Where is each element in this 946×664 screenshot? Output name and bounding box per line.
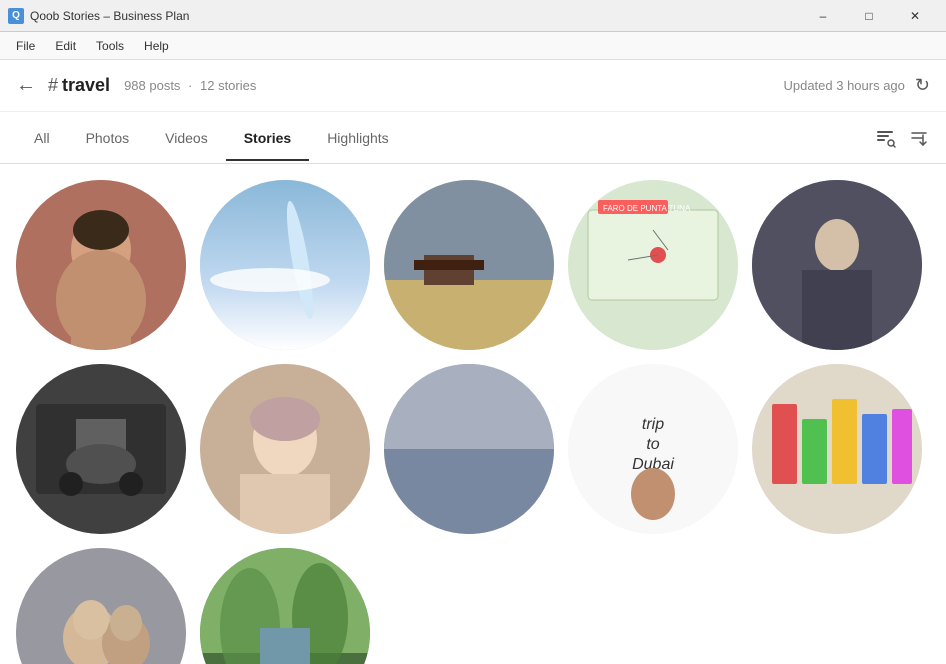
story-5-image	[752, 180, 922, 350]
story-3-image	[384, 180, 554, 350]
tab-photos[interactable]: Photos	[68, 116, 148, 160]
story-10-image	[752, 364, 922, 534]
story-12-image	[200, 548, 370, 664]
story-circle-9[interactable]: trip to Dubai	[568, 364, 738, 534]
story-7-image	[200, 364, 370, 534]
window-controls: – □ ✕	[800, 0, 938, 32]
story-circle-5[interactable]	[752, 180, 922, 350]
story-circle-2[interactable]	[200, 180, 370, 350]
title-bar: Q Qoob Stories – Business Plan – □ ✕	[0, 0, 946, 32]
tab-stories[interactable]: Stories	[226, 116, 309, 160]
top-bar: ← # travel 988 posts · 12 stories Update…	[0, 60, 946, 112]
refresh-button[interactable]: ↻	[915, 75, 930, 96]
story-1-image	[16, 180, 186, 350]
minimize-button[interactable]: –	[800, 0, 846, 32]
story-count: 12 stories	[200, 78, 256, 93]
separator: ·	[184, 78, 196, 93]
story-11-image	[16, 548, 186, 664]
svg-text:to: to	[646, 436, 659, 453]
window-title: Qoob Stories – Business Plan	[30, 9, 800, 23]
menu-edit[interactable]: Edit	[45, 35, 86, 57]
story-circle-1[interactable]	[16, 180, 186, 350]
tab-videos[interactable]: Videos	[147, 116, 226, 160]
sort-button[interactable]	[908, 127, 930, 149]
story-4-image: FARO DE PUNTA TUNA	[568, 180, 738, 350]
menu-help[interactable]: Help	[134, 35, 179, 57]
svg-text:trip: trip	[642, 416, 664, 433]
updated-text: Updated 3 hours ago	[783, 78, 904, 93]
story-9-image: trip to Dubai	[568, 364, 738, 534]
svg-text:FARO DE PUNTA TUNA: FARO DE PUNTA TUNA	[603, 204, 691, 213]
story-6-image	[16, 364, 186, 534]
menu-tools[interactable]: Tools	[86, 35, 134, 57]
tab-bar: All Photos Videos Stories Highlights	[0, 112, 946, 164]
post-count: 988 posts	[124, 78, 180, 93]
story-circle-10[interactable]	[752, 364, 922, 534]
stories-grid: FARO DE PUNTA TUNA	[0, 164, 946, 664]
story-circle-8[interactable]	[384, 364, 554, 534]
tab-all[interactable]: All	[16, 116, 68, 160]
story-circle-7[interactable]	[200, 364, 370, 534]
menu-bar: File Edit Tools Help	[0, 32, 946, 60]
filter-search-button[interactable]	[874, 127, 896, 149]
story-circle-4[interactable]: FARO DE PUNTA TUNA	[568, 180, 738, 350]
story-8-image	[384, 364, 554, 534]
close-button[interactable]: ✕	[892, 0, 938, 32]
story-circle-12[interactable]	[200, 548, 370, 664]
story-circle-11[interactable]	[16, 548, 186, 664]
sort-icon	[908, 127, 930, 149]
filter-search-icon	[874, 127, 896, 149]
hashtag-symbol: #	[48, 75, 58, 96]
hashtag-name: travel	[62, 75, 110, 96]
story-2-image	[200, 180, 370, 350]
top-bar-right: Updated 3 hours ago ↻	[783, 75, 930, 96]
tab-bar-right	[874, 127, 930, 149]
menu-file[interactable]: File	[6, 35, 45, 57]
story-circle-6[interactable]	[16, 364, 186, 534]
app-icon: Q	[8, 8, 24, 24]
maximize-button[interactable]: □	[846, 0, 892, 32]
back-button[interactable]: ←	[16, 74, 36, 97]
tab-highlights[interactable]: Highlights	[309, 116, 406, 160]
story-circle-3[interactable]	[384, 180, 554, 350]
